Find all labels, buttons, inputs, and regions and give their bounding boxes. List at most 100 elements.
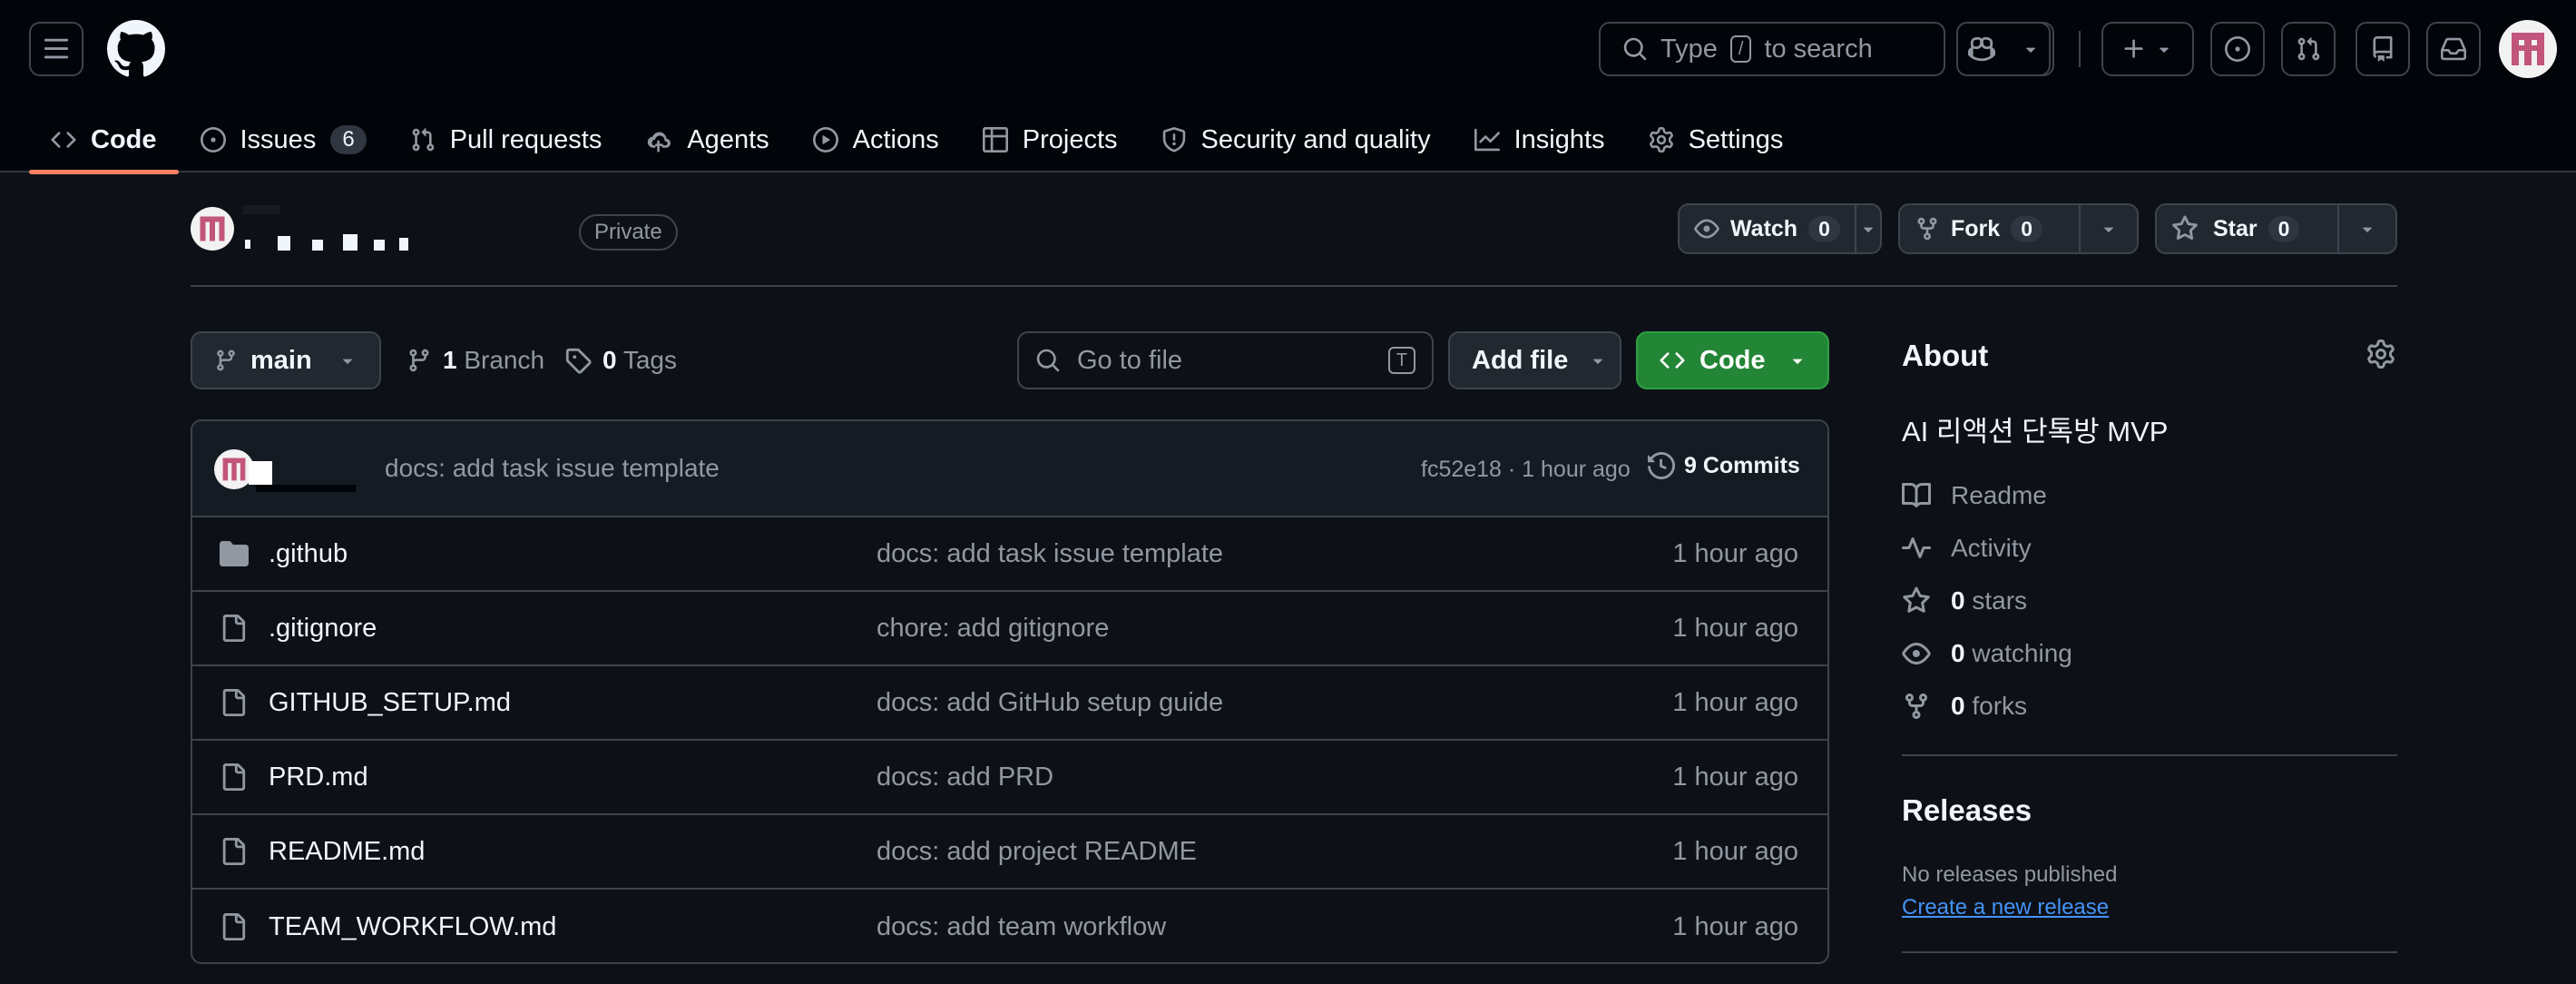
table-icon — [982, 127, 1008, 153]
latest-commit-meta[interactable]: fc52e18 · 1 hour ago — [1421, 457, 1631, 483]
file-commit-message[interactable]: docs: add project README — [877, 837, 1197, 867]
git-pull-request-icon — [2297, 37, 2320, 61]
copilot-dropdown-button[interactable] — [2009, 22, 2054, 76]
table-row[interactable]: .gitignore chore: add gitignore 1 hour a… — [192, 592, 1827, 666]
github-logo-icon[interactable] — [107, 20, 165, 78]
tab-agents[interactable]: Agents — [623, 107, 790, 172]
watch-button[interactable]: Watch 0 — [1678, 203, 1882, 254]
redacted-author-block — [249, 461, 272, 485]
eye-icon — [1694, 219, 1719, 239]
tab-issues-label: Issues — [240, 124, 317, 154]
file-commit-time: 1 hour ago — [1672, 762, 1798, 792]
pull-requests-button[interactable] — [2281, 22, 2336, 76]
tab-code[interactable]: Code — [29, 107, 179, 174]
file-commit-time: 1 hour ago — [1672, 911, 1798, 941]
table-row[interactable]: .github docs: add task issue template 1 … — [192, 517, 1827, 592]
eye-icon — [1902, 643, 1931, 664]
tab-settings[interactable]: Settings — [1627, 107, 1806, 172]
issue-opened-icon — [200, 127, 226, 153]
tab-agents-label: Agents — [687, 124, 769, 154]
tab-actions[interactable]: Actions — [791, 107, 961, 172]
star-button[interactable]: Star 0 — [2155, 203, 2397, 254]
tab-issues[interactable]: Issues 6 — [179, 107, 388, 172]
table-row[interactable]: PRD.md docs: add PRD 1 hour ago — [192, 741, 1827, 815]
git-pull-request-icon — [412, 128, 434, 152]
file-commit-message[interactable]: docs: add PRD — [877, 763, 1053, 792]
file-name[interactable]: .github — [269, 539, 348, 569]
gear-icon — [1649, 127, 1673, 153]
file-name[interactable]: PRD.md — [269, 763, 368, 792]
table-row[interactable]: GITHUB_SETUP.md docs: add GitHub setup g… — [192, 666, 1827, 741]
activity-link[interactable]: Activity — [1902, 534, 2032, 563]
redacted-repo-name[interactable] — [245, 232, 472, 254]
file-commit-message[interactable]: docs: add team workflow — [877, 912, 1166, 942]
go-to-file-shortcut: T — [1387, 347, 1415, 374]
create-release-link[interactable]: Create a new release — [1902, 895, 2109, 920]
triangle-down-icon — [342, 359, 352, 364]
file-name[interactable]: TEAM_WORKFLOW.md — [269, 912, 556, 942]
menu-button[interactable] — [29, 22, 83, 76]
book-icon — [1902, 482, 1931, 507]
go-to-file-input[interactable]: Go to file T — [1017, 331, 1434, 389]
file-commit-message[interactable]: docs: add task issue template — [877, 539, 1223, 569]
branches-link[interactable]: 1 Branch — [406, 346, 544, 375]
hamburger-icon — [44, 38, 69, 59]
file-name[interactable]: README.md — [269, 837, 425, 867]
latest-commit-message[interactable]: docs: add task issue template — [385, 454, 720, 483]
tab-security[interactable]: Security and quality — [1140, 107, 1453, 172]
file-name[interactable]: .gitignore — [269, 614, 377, 644]
file-commit-message[interactable]: chore: add gitignore — [877, 614, 1109, 644]
global-search-input[interactable]: Type / to search — [1599, 22, 1945, 76]
owner-avatar[interactable] — [191, 207, 234, 251]
tab-projects[interactable]: Projects — [961, 107, 1140, 172]
file-commit-time: 1 hour ago — [1672, 836, 1798, 866]
watching-link[interactable]: 0 watching — [1902, 639, 2072, 668]
fork-dropdown[interactable] — [2079, 205, 2137, 252]
about-heading: About — [1902, 339, 1989, 372]
add-file-button[interactable]: Add file — [1448, 331, 1621, 389]
copilot-icon — [1968, 36, 1995, 62]
search-shortcut-key: / — [1729, 35, 1752, 63]
fork-label: Fork — [1951, 215, 2001, 241]
branch-selector[interactable]: main — [191, 331, 381, 389]
user-avatar[interactable] — [2499, 20, 2557, 78]
branch-name: main — [250, 345, 312, 375]
create-new-button[interactable] — [2101, 22, 2194, 76]
file-commit-time: 1 hour ago — [1672, 538, 1798, 568]
tab-actions-label: Actions — [852, 124, 939, 154]
tab-pull-requests[interactable]: Pull requests — [388, 107, 624, 172]
table-row[interactable]: TEAM_WORKFLOW.md docs: add team workflow… — [192, 890, 1827, 962]
tag-icon — [565, 348, 592, 374]
readme-link[interactable]: Readme — [1902, 481, 2047, 510]
tab-insights[interactable]: Insights — [1453, 107, 1627, 172]
issues-button[interactable] — [2210, 22, 2265, 76]
gear-icon[interactable] — [2366, 339, 2395, 369]
star-dropdown[interactable] — [2337, 205, 2395, 252]
commits-history-link[interactable]: 9 Commits — [1648, 452, 1800, 479]
code-icon — [51, 132, 76, 148]
table-row[interactable]: README.md docs: add project README 1 hou… — [192, 815, 1827, 890]
search-icon — [1623, 37, 1647, 61]
inbox-button[interactable] — [2426, 22, 2481, 76]
file-name[interactable]: GITHUB_SETUP.md — [269, 688, 511, 718]
search-icon — [1036, 349, 1060, 372]
stars-label: stars — [1972, 586, 2028, 615]
git-branch-icon — [217, 349, 235, 371]
releases-heading[interactable]: Releases — [1902, 793, 2032, 828]
triangle-down-icon — [2363, 227, 2373, 232]
stars-link[interactable]: 0 stars — [1902, 586, 2027, 615]
tags-link[interactable]: 0 Tags — [564, 346, 677, 375]
star-label: Star — [2213, 215, 2258, 241]
code-dropdown-button[interactable]: Code — [1636, 331, 1829, 389]
watch-dropdown[interactable] — [1854, 205, 1880, 252]
tab-projects-label: Projects — [1022, 124, 1118, 154]
repositories-button[interactable] — [2356, 22, 2410, 76]
forks-link[interactable]: 0 forks — [1902, 692, 2027, 721]
pulse-icon — [1902, 537, 1931, 558]
triangle-down-icon — [2104, 227, 2114, 232]
global-header: Type / to search Code Issues 6 Pull requ… — [0, 0, 2576, 174]
triangle-down-icon — [1593, 359, 1603, 364]
file-commit-message[interactable]: docs: add GitHub setup guide — [877, 688, 1223, 718]
fork-button[interactable]: Fork 0 — [1898, 203, 2139, 254]
search-placeholder-pre: Type — [1660, 34, 1718, 64]
